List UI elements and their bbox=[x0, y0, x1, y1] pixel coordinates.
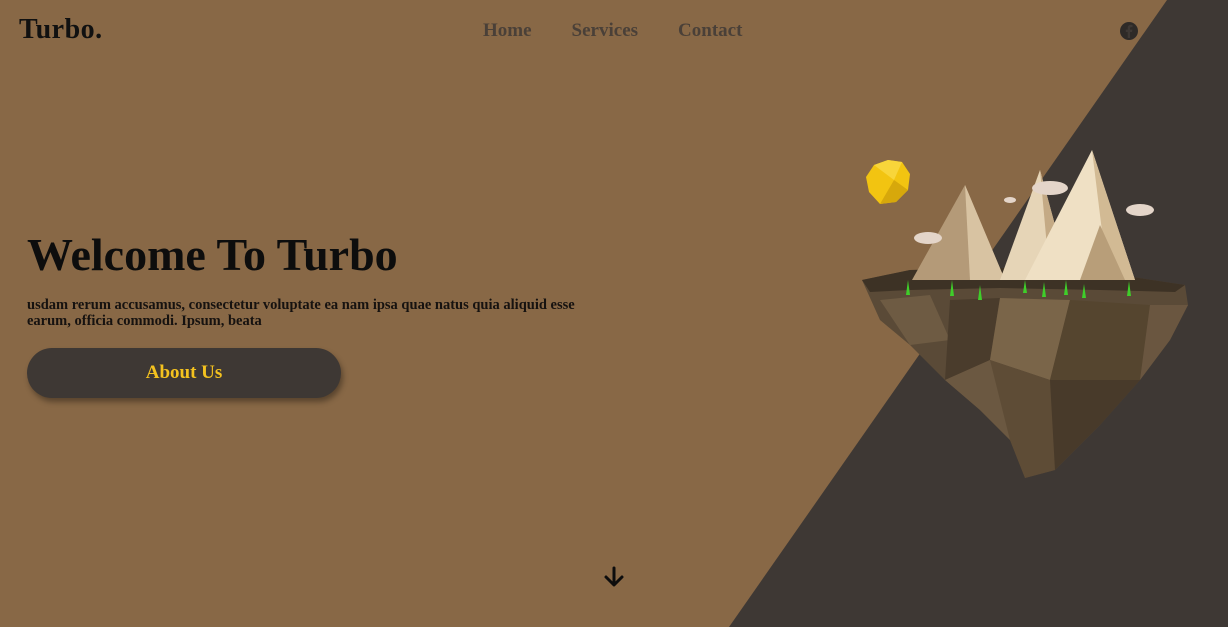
facebook-icon[interactable] bbox=[1119, 21, 1139, 41]
brand-logo[interactable]: Turbo. bbox=[19, 14, 103, 46]
island-rock bbox=[862, 268, 1188, 478]
nav-contact-link[interactable]: Contact bbox=[678, 20, 742, 42]
nav-home-link[interactable]: Home bbox=[483, 20, 532, 42]
nav-services-link[interactable]: Services bbox=[572, 20, 638, 42]
hero-title: Welcome To Turbo bbox=[27, 229, 398, 280]
hero-description: usdam rerum accusamus, consectetur volup… bbox=[27, 297, 575, 329]
floating-island-illustration bbox=[862, 150, 1188, 478]
sun-illustration bbox=[866, 160, 910, 204]
mountains bbox=[912, 150, 1135, 280]
scroll-down-arrow-icon[interactable] bbox=[603, 566, 625, 588]
main-nav: Home Services Contact bbox=[483, 20, 742, 42]
about-us-button[interactable]: About Us bbox=[27, 348, 341, 398]
